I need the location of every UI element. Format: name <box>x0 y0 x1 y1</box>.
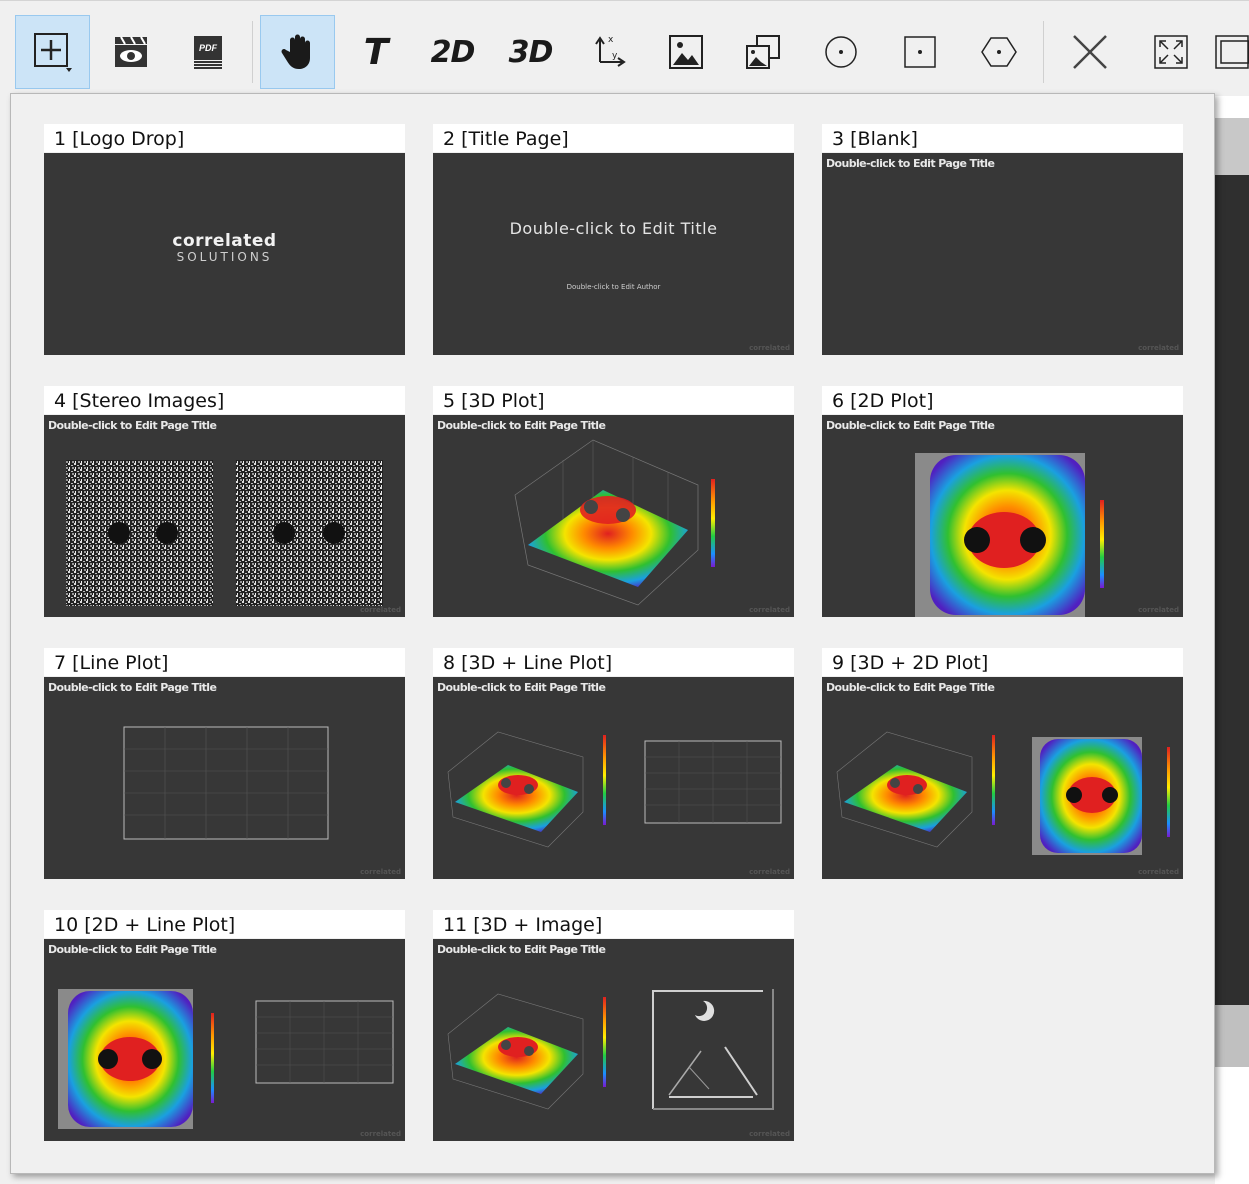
layout-thumbnail: Double-click to Edit Page Title correlat… <box>822 415 1183 617</box>
square-button[interactable] <box>882 15 957 89</box>
layout-thumbnail: Double-click to Edit Page Title correlat… <box>822 153 1183 355</box>
close-x-icon <box>1072 35 1107 69</box>
3d-image-preview <box>447 989 774 1110</box>
layout-thumbnail: Double-click to Edit Page Title correlat… <box>433 677 794 879</box>
layout-tile-3d-image[interactable]: 11 [3D + Image] Double-click to Edit Pag… <box>433 910 794 1142</box>
2d-plot-preview <box>915 453 1104 617</box>
image-placeholder-icon <box>652 989 774 1110</box>
layout-tile-logo-drop[interactable]: 1 [Logo Drop] correlated SOLUTIONS <box>44 124 405 356</box>
add-3d-button[interactable]: 3D <box>493 15 568 89</box>
layout-label: 8 [3D + Line Plot] <box>433 648 794 676</box>
background-header <box>1215 118 1249 175</box>
layout-label: 2 [Title Page] <box>433 124 794 152</box>
layout-tile-3d-plot[interactable]: 5 [3D Plot] Double-click to Edit Page Ti… <box>433 386 794 618</box>
delete-button[interactable] <box>1052 15 1127 89</box>
add-page-button[interactable] <box>15 15 90 89</box>
extra-button[interactable] <box>1210 15 1249 89</box>
watermark: correlated <box>1138 606 1179 614</box>
layout-thumbnail: correlated SOLUTIONS <box>44 153 405 355</box>
logo-main-text: correlated <box>172 231 277 251</box>
page-title-placeholder: Double-click to Edit Page Title <box>826 157 995 170</box>
pan-button[interactable] <box>260 15 335 89</box>
hexagon-button[interactable] <box>961 15 1036 89</box>
2d-line-plot-preview <box>58 989 394 1129</box>
layout-tile-line-plot[interactable]: 7 [Line Plot] Double-click to Edit Page … <box>44 648 405 880</box>
hand-icon <box>281 34 310 69</box>
layout-tile-stereo-images[interactable]: 4 [Stereo Images] Double-click to Edit P… <box>44 386 405 618</box>
layout-label: 11 [3D + Image] <box>433 910 794 938</box>
background-canvas <box>1215 175 1249 1005</box>
expand-icon <box>1153 35 1188 69</box>
watermark: correlated <box>749 344 790 352</box>
title-placeholder: Double-click to Edit Title <box>509 219 718 238</box>
3d-icon: 3D <box>508 34 554 70</box>
layout-tile-3d-2d-plot[interactable]: 9 [3D + 2D Plot] Double-click to Edit Pa… <box>822 648 1183 880</box>
layout-label: 4 [Stereo Images] <box>44 386 405 414</box>
layout-label: 3 [Blank] <box>822 124 1183 152</box>
layout-tile-title-page[interactable]: 2 [Title Page] Double-click to Edit Titl… <box>433 124 794 356</box>
watermark: correlated <box>749 1130 790 1138</box>
watermark: correlated <box>360 1130 401 1138</box>
watermark: correlated <box>1138 868 1179 876</box>
logo-sub-text: SOLUTIONS <box>176 250 273 264</box>
layout-label: 9 [3D + 2D Plot] <box>822 648 1183 676</box>
plus-square-icon <box>33 33 72 72</box>
3d-plot-preview <box>514 439 715 606</box>
layout-label: 6 [2D Plot] <box>822 386 1183 414</box>
add-2d-button[interactable]: 2D <box>415 15 490 89</box>
pdf-button[interactable]: PDF <box>170 15 245 89</box>
layout-label: 5 [3D Plot] <box>433 386 794 414</box>
layout-thumbnail: Double-click to Edit Page Title correlat… <box>433 939 794 1141</box>
line-plot-preview <box>123 726 329 840</box>
layout-thumbnail: Double-click to Edit Page Title correlat… <box>822 677 1183 879</box>
layout-label: 1 [Logo Drop] <box>44 124 405 152</box>
layout-tile-2d-line-plot[interactable]: 10 [2D + Line Plot] Double-click to Edit… <box>44 910 405 1142</box>
stereo-image-preview <box>66 460 383 606</box>
3d-line-plot-preview <box>447 731 782 848</box>
stereo-image-right <box>236 460 383 606</box>
author-placeholder: Double-click to Edit Author <box>566 283 661 291</box>
layout-thumbnail: Double-click to Edit Page Title correlat… <box>44 939 405 1141</box>
layout-tile-blank[interactable]: 3 [Blank] Double-click to Edit Page Titl… <box>822 124 1183 356</box>
fit-button[interactable] <box>1133 15 1208 89</box>
svg-text:PDF: PDF <box>199 43 218 53</box>
text-button[interactable]: T <box>338 15 413 89</box>
axes-button[interactable]: x y <box>570 15 645 89</box>
watermark: correlated <box>360 868 401 876</box>
svg-text:y: y <box>612 51 618 61</box>
circle-button[interactable] <box>803 15 878 89</box>
layout-label: 7 [Line Plot] <box>44 648 405 676</box>
square-dot-icon <box>903 36 936 68</box>
svg-text:x: x <box>608 35 614 45</box>
watermark: correlated <box>1138 344 1179 352</box>
image-stack-icon <box>745 35 780 69</box>
layout-tile-2d-plot[interactable]: 6 [2D Plot] Double-click to Edit Page Ti… <box>822 386 1183 618</box>
layout-label: 10 [2D + Line Plot] <box>44 910 405 938</box>
partial-icon <box>1215 35 1249 69</box>
layout-thumbnail: Double-click to Edit Page Title correlat… <box>44 415 405 617</box>
axes-icon: x y <box>594 35 626 67</box>
watermark: correlated <box>749 606 790 614</box>
layout-tile-3d-line-plot[interactable]: 8 [3D + Line Plot] Double-click to Edit … <box>433 648 794 880</box>
stereo-image-left <box>66 460 213 606</box>
background-footer <box>1215 1005 1249 1067</box>
2d-icon: 2D <box>430 34 476 70</box>
text-t-icon: T <box>363 31 389 73</box>
circle-dot-icon <box>824 36 857 68</box>
clapperboard-eye-icon <box>114 36 147 67</box>
video-button[interactable] <box>93 15 168 89</box>
watermark: correlated <box>360 606 401 614</box>
layout-picker-popup: 1 [Logo Drop] correlated SOLUTIONS 2 [Ti… <box>10 93 1215 1174</box>
image-icon <box>668 35 703 69</box>
layout-thumbnail: Double-click to Edit Title Double-click … <box>433 153 794 355</box>
pdf-stack-icon: PDF <box>193 36 222 69</box>
image-button[interactable] <box>648 15 723 89</box>
main-toolbar: PDF T 2D 3D x y <box>0 0 1249 96</box>
layout-thumbnail: Double-click to Edit Page Title correlat… <box>44 677 405 879</box>
stereo-image-button[interactable] <box>725 15 800 89</box>
3d-2d-plot-preview <box>836 731 1170 855</box>
hexagon-dot-icon <box>980 37 1017 67</box>
watermark: correlated <box>749 868 790 876</box>
layout-thumbnail: Double-click to Edit Page Title correlat… <box>433 415 794 617</box>
